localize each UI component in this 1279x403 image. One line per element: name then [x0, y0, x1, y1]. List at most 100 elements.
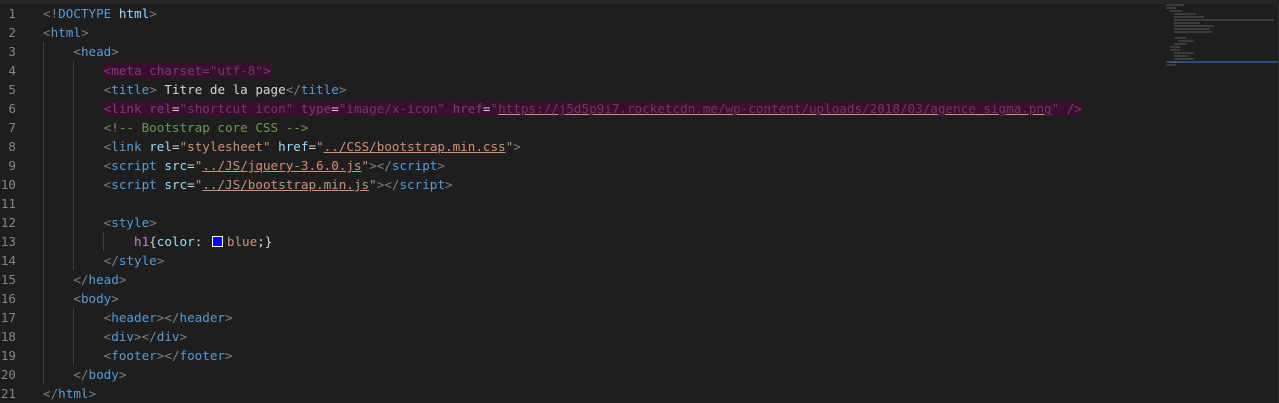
indent-guide [73, 99, 74, 118]
line-number: 9 [8, 158, 16, 173]
code-line-10[interactable]: <script src="../JS/bootstrap.min.js"></s… [43, 175, 1159, 194]
indent-guide [43, 80, 44, 99]
indent-guide [43, 99, 44, 118]
indent-guide [43, 251, 44, 270]
minimap-line [1174, 22, 1200, 24]
code-line-6[interactable]: <link rel="shortcut icon" type="image/x-… [43, 99, 1159, 118]
minimap-line [1174, 28, 1210, 30]
code-line-20[interactable]: </body> [43, 365, 1159, 384]
minimap-line [1174, 37, 1186, 39]
attr-name: src [164, 177, 188, 192]
minimap-line [1166, 7, 1176, 9]
attr-name: href [278, 139, 309, 154]
code-line-7[interactable]: <!-- Bootstrap core CSS --> [43, 118, 1159, 137]
indent-guide [73, 194, 74, 213]
css-link-path[interactable]: ../CSS/bootstrap.min.css [324, 139, 506, 154]
code-line-1[interactable]: <!DOCTYPE html> [43, 4, 1159, 23]
minimap-line [1174, 58, 1194, 60]
minimap-line [1174, 55, 1188, 57]
line-number: 18 [0, 329, 16, 344]
code-line-5[interactable]: <title> Titre de la page</title> [43, 80, 1159, 99]
indent-guide [73, 137, 74, 156]
punct: < [43, 25, 51, 40]
tag-name: title [111, 82, 150, 97]
punct: > [111, 44, 119, 59]
indent-guide [43, 194, 44, 213]
minimap-line [1178, 40, 1194, 42]
highlighted-meta-tag: <meta charset="utf-8"> [103, 63, 271, 78]
minimap-line [1170, 10, 1182, 12]
indent-guide [43, 42, 44, 61]
line-number: 21 [0, 386, 16, 401]
code-area[interactable]: <!DOCTYPE html> <html> <head> <meta char… [43, 4, 1159, 403]
code-line-17[interactable]: <header></header> [43, 308, 1159, 327]
indent-guide [43, 175, 44, 194]
line-number: 20 [0, 367, 16, 382]
punct: > [149, 6, 157, 21]
code-line-11[interactable] [43, 194, 1159, 213]
minimap-line [1174, 43, 1186, 45]
attr-name: src [164, 158, 188, 173]
line-number: 3 [8, 44, 16, 59]
indent-guide [73, 232, 74, 251]
tag-name: title [300, 82, 339, 97]
tag-name: head [80, 44, 112, 59]
indent-guide [43, 232, 44, 251]
indent-guide [43, 289, 44, 308]
minimap-line [1174, 13, 1196, 15]
code-line-13[interactable]: h1{color: blue;} [43, 232, 1159, 251]
code-line-14[interactable]: </style> [43, 251, 1159, 270]
indent-guide [43, 327, 44, 346]
code-line-9[interactable]: <script src="../JS/jquery-3.6.0.js"></sc… [43, 156, 1159, 175]
punct: <! [43, 6, 59, 21]
code-line-16[interactable]: <body> [43, 289, 1159, 308]
code-line-18[interactable]: <div></div> [43, 327, 1159, 346]
minimap-line [1170, 46, 1180, 48]
code-line-21[interactable]: </html> [43, 384, 1159, 403]
tag-name: link [111, 139, 142, 154]
indent-guide [43, 118, 44, 137]
line-number: 8 [8, 139, 16, 154]
indent-guide [73, 80, 74, 99]
indent-guide [73, 251, 74, 270]
line-number: 11 [0, 196, 16, 211]
css-property: color [156, 234, 195, 249]
minimap-line [1174, 52, 1194, 54]
indent-guide [73, 156, 74, 175]
color-swatch-icon[interactable] [211, 236, 223, 247]
tag-name: head [88, 272, 119, 287]
minimap-slider[interactable] [1166, 61, 1278, 63]
code-line-8[interactable]: <link rel="stylesheet" href="../CSS/boot… [43, 137, 1159, 156]
code-line-2[interactable]: <html> [43, 23, 1159, 42]
indent-guide [43, 270, 44, 289]
code-line-15[interactable]: </head> [43, 270, 1159, 289]
code-line-12[interactable]: <style> [43, 213, 1159, 232]
code-editor[interactable]: 1 2 3 4 5 6 7 8 9 10 11 12 13 14 15 16 17 18 19 20 21 <!DOCT… [0, 0, 1279, 403]
doctype-value: html [118, 6, 150, 21]
indent-guide [43, 213, 44, 232]
line-number: 13 [0, 234, 16, 249]
line-number: 6 [8, 101, 16, 116]
line-number-gutter: 1 2 3 4 5 6 7 8 9 10 11 12 13 14 15 16 17 18 19 20 21 [0, 4, 40, 403]
indent-guide [43, 156, 44, 175]
code-line-19[interactable]: <footer></footer> [43, 346, 1159, 365]
line-number: 15 [0, 272, 16, 287]
tag-name: style [118, 253, 157, 268]
line-number: 19 [0, 348, 16, 363]
punct: </ [285, 82, 301, 97]
minimap-line [1174, 25, 1214, 27]
script-link-path[interactable]: ../JS/jquery-3.6.0.js [202, 158, 361, 173]
code-line-4[interactable]: <meta charset="utf-8"> [43, 61, 1159, 80]
line-number: 5 [8, 82, 16, 97]
indent-guide [73, 61, 74, 80]
minimap[interactable] [1166, 4, 1278, 66]
line-number: 12 [0, 215, 16, 230]
tag-name: style [111, 215, 150, 230]
indent-guide [73, 175, 74, 194]
tag-name: script [111, 177, 157, 192]
code-line-3[interactable]: <head> [43, 42, 1159, 61]
tag-name: script [111, 158, 157, 173]
line-number: 17 [0, 310, 16, 325]
script-link-path[interactable]: ../JS/bootstrap.min.js [202, 177, 369, 192]
tag-name: header [111, 310, 157, 325]
